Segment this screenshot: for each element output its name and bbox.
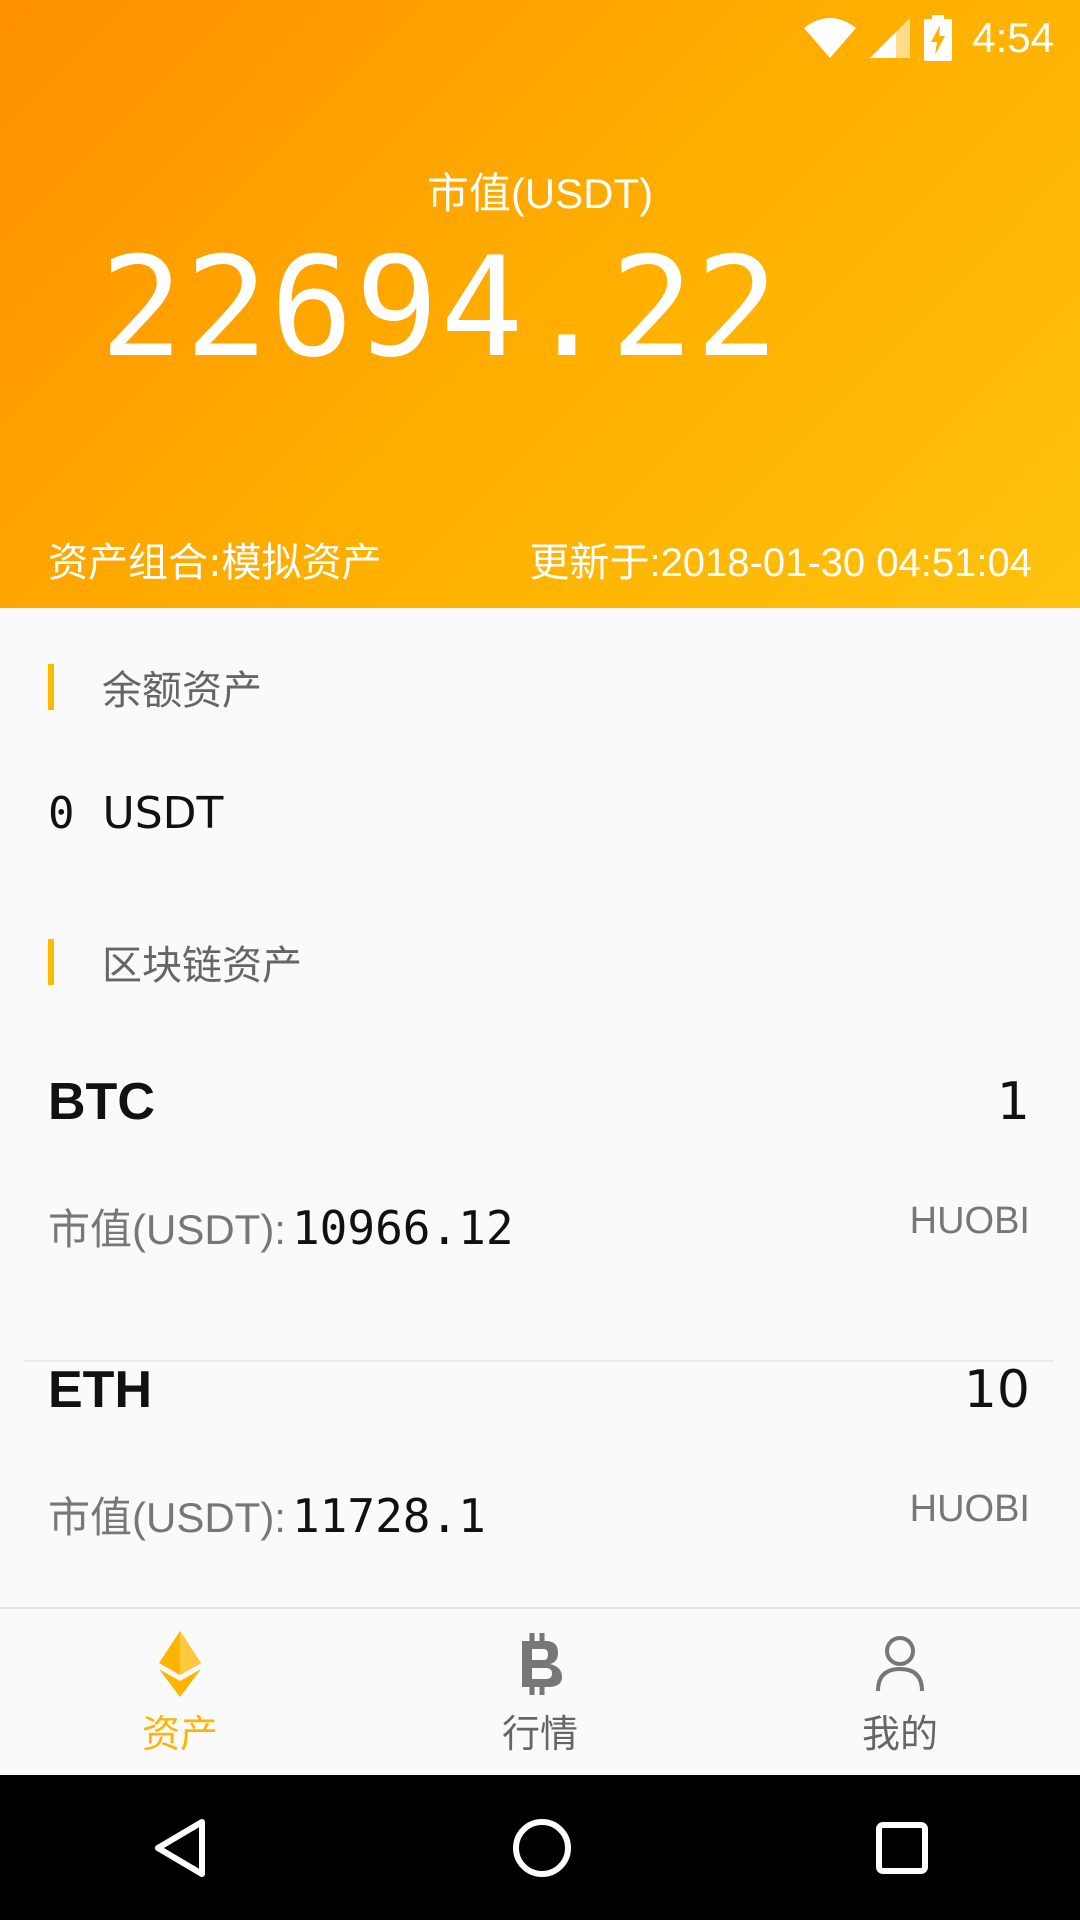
asset-symbol: BTC (48, 1073, 155, 1131)
asset-symbol: ETH (48, 1361, 152, 1419)
portfolio-header: 4:54 市值(USDT) 22694.22 资产组合:模拟资产 更新于:201… (0, 0, 1080, 608)
wifi-icon (804, 17, 857, 58)
asset-quantity: 1 (996, 1072, 1030, 1132)
section-accent-bar (48, 664, 54, 710)
back-icon[interactable] (150, 1816, 210, 1880)
bottom-tab-bar: 资产 行情 我的 (0, 1607, 1080, 1777)
signal-icon (870, 17, 911, 58)
tab-profile[interactable]: 我的 (720, 1609, 1080, 1777)
battery-charging-icon (924, 14, 953, 61)
balance-amount: 0 USDT (48, 788, 223, 839)
balance-currency: USDT (102, 788, 224, 839)
tab-assets[interactable]: 资产 (0, 1609, 360, 1777)
status-time: 4:54 (972, 13, 1054, 61)
asset-market-value: 市值(USDT): 10966.12 (48, 1196, 514, 1257)
user-icon (876, 1636, 924, 1692)
status-bar: 4:54 (804, 0, 1080, 75)
last-updated: 更新于:2018-01-30 04:51:04 (529, 541, 1032, 585)
asset-mv-label: 市值(USDT): (48, 1206, 286, 1253)
tab-market[interactable]: 行情 (360, 1609, 720, 1777)
recents-icon[interactable] (874, 1820, 930, 1876)
blockchain-section-header: 区块链资产 (48, 938, 302, 989)
asset-market-value: 市值(USDT): 11728.1 (48, 1484, 486, 1545)
asset-mv-value: 10966.12 (291, 1201, 514, 1255)
ethereum-icon (159, 1631, 201, 1697)
home-icon[interactable] (510, 1816, 574, 1880)
blockchain-section-title: 区块链资产 (102, 943, 302, 989)
system-nav-bar (0, 1775, 1080, 1920)
tab-market-label: 行情 (501, 1712, 578, 1756)
tab-profile-label: 我的 (861, 1712, 938, 1756)
asset-mv-label: 市值(USDT): (48, 1494, 286, 1541)
asset-mv-value: 11728.1 (291, 1489, 486, 1543)
asset-row-btc[interactable]: BTC 1 市值(USDT): 10966.12 HUOBI (24, 1072, 1054, 1362)
section-accent-bar (48, 939, 54, 985)
asset-exchange: HUOBI (909, 1488, 1030, 1530)
market-value-total: 22694.22 (100, 227, 781, 388)
asset-quantity: 10 (963, 1360, 1030, 1420)
portfolio-name[interactable]: 资产组合:模拟资产 (48, 530, 381, 588)
balance-section-header: 余额资产 (48, 663, 262, 714)
bitcoin-icon (522, 1633, 562, 1695)
balance-section-title: 余额资产 (102, 668, 262, 714)
tab-assets-label: 资产 (141, 1712, 218, 1756)
balance-value: 0 (48, 788, 75, 839)
asset-exchange: HUOBI (909, 1200, 1030, 1242)
market-value-label: 市值(USDT) (426, 170, 654, 217)
